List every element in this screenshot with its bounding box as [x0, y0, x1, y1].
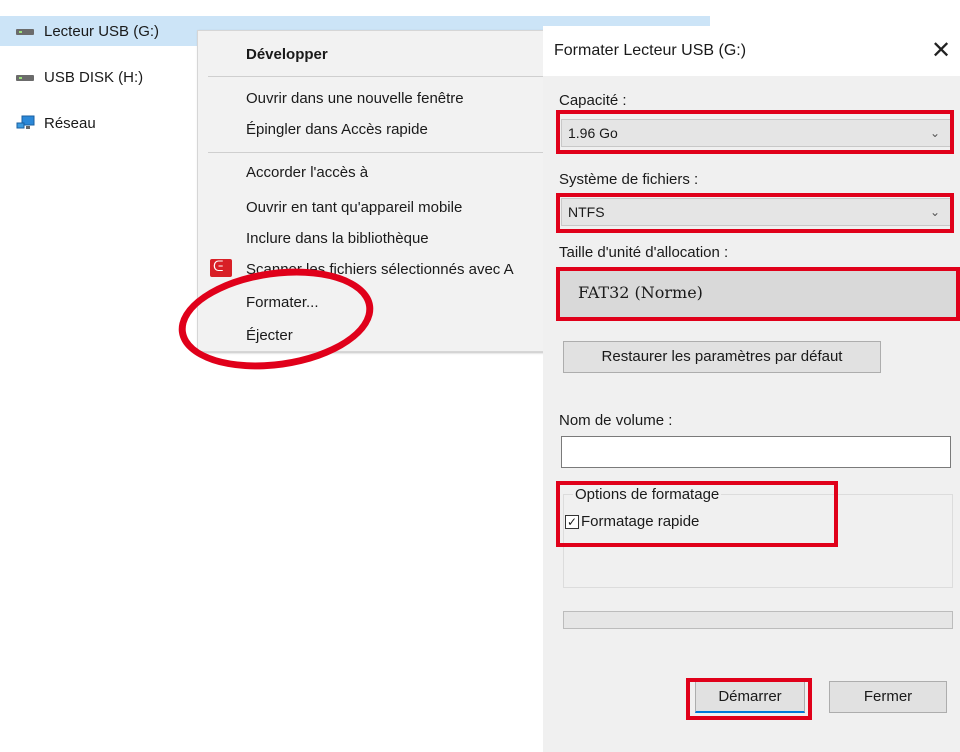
menu-item-developper[interactable]: Développer — [246, 46, 328, 63]
nav-item-label: Lecteur USB (G:) — [44, 22, 160, 40]
menu-item-open-new-window[interactable]: Ouvrir dans une nouvelle fenêtre — [246, 90, 464, 107]
antivirus-icon — [210, 258, 232, 277]
menu-separator — [208, 152, 552, 153]
allocation-label: Taille d'unité d'allocation : — [559, 244, 729, 261]
usb-drive-icon — [16, 25, 36, 37]
nav-item-network[interactable]: Réseau — [0, 108, 190, 138]
dialog-titlebar: Formater Lecteur USB (G:) ✕ — [543, 26, 960, 76]
highlight-start-button — [686, 678, 812, 720]
dialog-title: Formater Lecteur USB (G:) — [554, 42, 747, 59]
menu-item-open-as-mobile[interactable]: Ouvrir en tant qu'appareil mobile — [246, 199, 462, 216]
usb-drive-icon — [16, 71, 36, 83]
network-icon — [16, 115, 36, 131]
volume-name-input[interactable] — [561, 436, 951, 468]
restore-defaults-button[interactable]: Restaurer les paramètres par défaut — [563, 341, 881, 373]
nav-item-label: USB DISK (H:) — [44, 68, 144, 86]
close-icon[interactable]: ✕ — [931, 36, 951, 65]
highlight-capacity — [556, 110, 954, 154]
filesystem-label: Système de fichiers : — [559, 171, 699, 188]
highlight-format-options — [556, 481, 838, 547]
close-button[interactable]: Fermer — [829, 681, 947, 713]
nav-item-label: Réseau — [44, 114, 96, 132]
format-progress-bar — [563, 611, 953, 629]
menu-item-include-library[interactable]: Inclure dans la bibliothèque — [246, 230, 429, 247]
nav-item-usb-h[interactable]: USB DISK (H:) — [0, 62, 190, 92]
menu-item-pin-quick-access[interactable]: Épingler dans Accès rapide — [246, 121, 428, 138]
highlight-allocation — [556, 267, 960, 321]
highlight-filesystem — [556, 193, 954, 233]
menu-separator — [208, 76, 552, 77]
volume-name-label: Nom de volume : — [559, 412, 673, 429]
menu-item-grant-access[interactable]: Accorder l'accès à — [246, 164, 368, 181]
capacity-label: Capacité : — [559, 92, 627, 109]
